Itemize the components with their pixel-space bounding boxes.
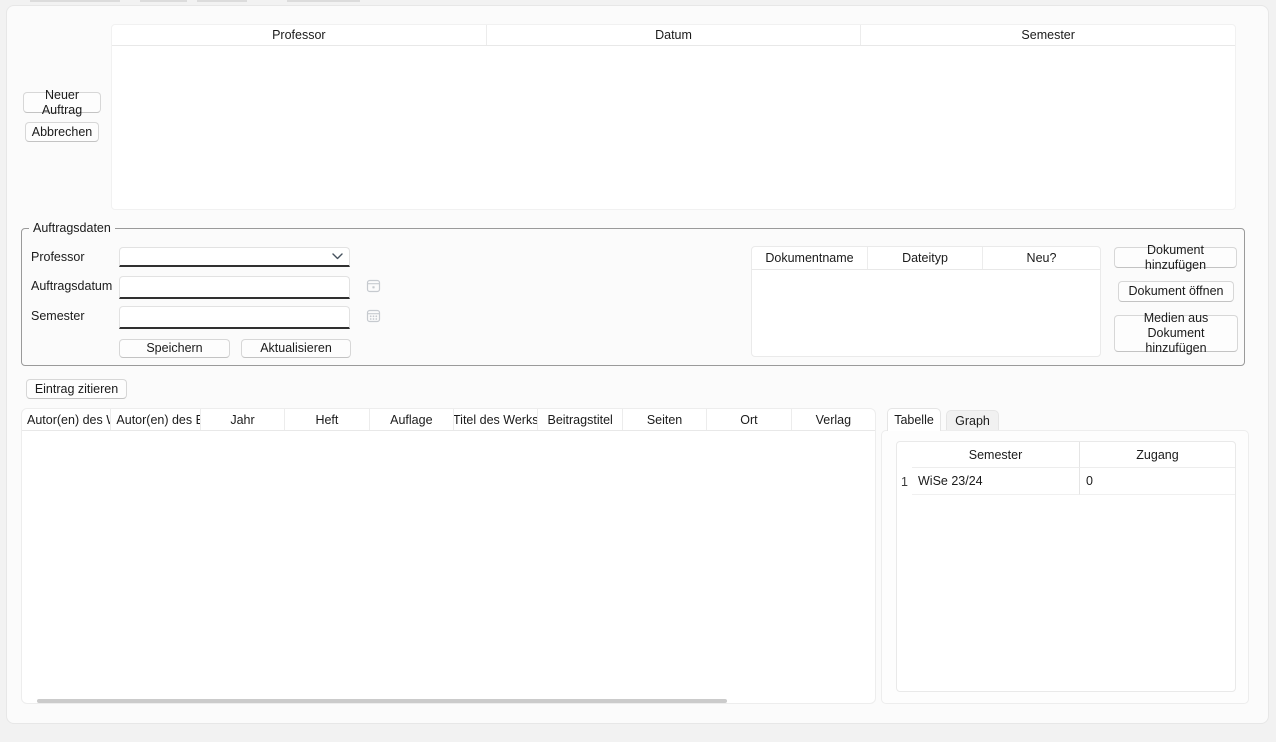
orders-column-datum[interactable]: Datum bbox=[487, 25, 862, 45]
orders-table-body bbox=[112, 46, 1235, 209]
semester-input[interactable] bbox=[119, 306, 350, 329]
cite-entry-button[interactable]: Eintrag zitieren bbox=[26, 379, 127, 399]
orders-table-header: Professor Datum Semester bbox=[112, 25, 1235, 46]
professor-combobox[interactable] bbox=[119, 247, 350, 267]
tab-graph[interactable]: Graph bbox=[946, 410, 999, 431]
open-document-button[interactable]: Dokument öffnen bbox=[1118, 281, 1234, 302]
documents-column-name[interactable]: Dokumentname bbox=[752, 247, 868, 269]
add-media-from-document-button[interactable]: Medien aus Dokument hinzufügen bbox=[1114, 315, 1238, 352]
add-document-button[interactable]: Dokument hinzufügen bbox=[1114, 247, 1237, 268]
documents-table-body bbox=[752, 270, 1100, 356]
documents-column-type[interactable]: Dateityp bbox=[868, 247, 983, 269]
tab-tabelle-label: Tabelle bbox=[894, 413, 934, 427]
entries-column-year[interactable]: Jahr bbox=[201, 409, 285, 430]
stats-table-header: Semester Zugang bbox=[897, 442, 1235, 468]
professor-label: Professor bbox=[31, 250, 85, 264]
calendar-today-icon[interactable] bbox=[366, 278, 381, 293]
window-top-edge-segment bbox=[287, 0, 360, 2]
entries-column-place[interactable]: Ort bbox=[707, 409, 791, 430]
window-top-edge-segment bbox=[30, 0, 120, 2]
window-top-edge-segment bbox=[140, 0, 187, 2]
entries-table-body bbox=[22, 431, 875, 701]
order-date-label: Auftragsdatum bbox=[31, 279, 112, 293]
semester-label: Semester bbox=[31, 309, 85, 323]
refresh-button[interactable]: Aktualisieren bbox=[241, 339, 351, 358]
stats-column-semester[interactable]: Semester bbox=[912, 442, 1080, 468]
stats-column-zugang[interactable]: Zugang bbox=[1080, 442, 1235, 468]
order-form-title: Auftragsdaten bbox=[29, 221, 115, 235]
chevron-down-icon bbox=[331, 252, 344, 261]
documents-column-new[interactable]: Neu? bbox=[983, 247, 1100, 269]
order-date-input[interactable] bbox=[119, 276, 350, 299]
entries-column-article-authors[interactable]: Autor(en) des Beitrags bbox=[111, 409, 200, 430]
entries-column-work-authors[interactable]: Autor(en) des Werks bbox=[22, 409, 111, 430]
stats-rownum-header bbox=[897, 442, 912, 468]
new-order-button[interactable]: Neuer Auftrag bbox=[23, 92, 101, 113]
save-button[interactable]: Speichern bbox=[119, 339, 230, 358]
table-row: 1 WiSe 23/24 0 bbox=[897, 468, 1235, 495]
tab-tabelle[interactable]: Tabelle bbox=[887, 408, 941, 431]
entries-column-issue[interactable]: Heft bbox=[285, 409, 369, 430]
entries-table-header: Autor(en) des Werks Autor(en) des Beitra… bbox=[22, 409, 875, 431]
horizontal-scrollbar-thumb[interactable] bbox=[37, 699, 727, 703]
zugang-cell[interactable]: 0 bbox=[1080, 468, 1235, 495]
documents-table-header: Dokumentname Dateityp Neu? bbox=[752, 247, 1100, 270]
tab-graph-label: Graph bbox=[955, 414, 990, 428]
documents-table: Dokumentname Dateityp Neu? bbox=[751, 246, 1101, 357]
cancel-button[interactable]: Abbrechen bbox=[25, 122, 99, 142]
entries-column-article-title[interactable]: Beitragstitel bbox=[538, 409, 622, 430]
main-panel: Professor Datum Semester Neuer Auftrag A… bbox=[6, 5, 1269, 724]
orders-table: Professor Datum Semester bbox=[111, 24, 1236, 210]
entries-column-work-title[interactable]: Titel des Werks bbox=[454, 409, 538, 430]
orders-column-semester[interactable]: Semester bbox=[861, 25, 1235, 45]
entries-column-edition[interactable]: Auflage bbox=[370, 409, 454, 430]
window-top-edge-segment bbox=[197, 0, 247, 2]
row-number-cell[interactable]: 1 bbox=[897, 468, 912, 495]
stats-table: Semester Zugang 1 WiSe 23/24 0 bbox=[896, 441, 1236, 692]
entries-column-pages[interactable]: Seiten bbox=[623, 409, 707, 430]
entries-column-publisher[interactable]: Verlag bbox=[792, 409, 875, 430]
entries-table: Autor(en) des Werks Autor(en) des Beitra… bbox=[21, 408, 876, 704]
calendar-grid-icon[interactable] bbox=[366, 308, 381, 323]
semester-cell[interactable]: WiSe 23/24 bbox=[912, 468, 1080, 495]
orders-column-professor[interactable]: Professor bbox=[112, 25, 487, 45]
